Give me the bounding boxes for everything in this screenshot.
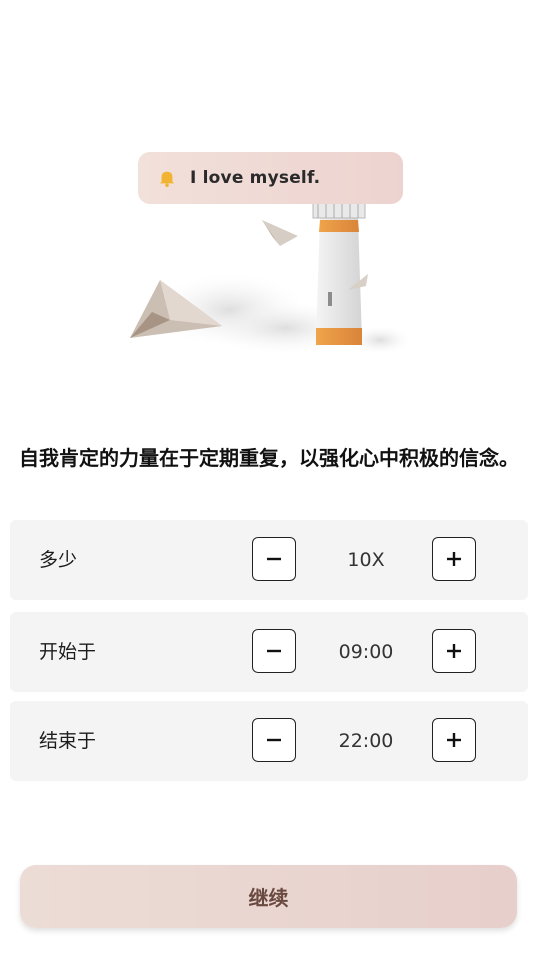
affirmation-bubble: I love myself. bbox=[138, 152, 403, 204]
count-value: 10X bbox=[347, 549, 385, 571]
setting-label: 结束于 bbox=[39, 730, 97, 752]
continue-button[interactable]: 继续 bbox=[20, 865, 517, 928]
affirmation-text: I love myself. bbox=[190, 168, 321, 188]
setting-row-count: 多少 10X bbox=[10, 520, 528, 600]
decrease-start-button[interactable] bbox=[252, 629, 296, 673]
minus-icon bbox=[267, 649, 281, 653]
decrease-count-button[interactable] bbox=[252, 537, 296, 581]
plus-icon bbox=[447, 733, 461, 747]
setting-row-start: 开始于 09:00 bbox=[10, 612, 528, 692]
setting-row-end: 结束于 22:00 bbox=[10, 701, 528, 781]
start-time-value: 09:00 bbox=[338, 641, 394, 663]
headline: 自我肯定的力量在于定期重复，以强化心中积极的信念。 bbox=[19, 446, 519, 470]
setting-label: 开始于 bbox=[39, 641, 97, 663]
minus-icon bbox=[267, 557, 281, 561]
decrease-end-button[interactable] bbox=[252, 718, 296, 762]
increase-start-button[interactable] bbox=[432, 629, 476, 673]
lighthouse-illustration: I love myself. bbox=[110, 140, 430, 390]
paper-plane-icon bbox=[262, 220, 298, 246]
affirmation-settings-screen: I love myself. 自我肯定的力量在于定期重复，以强化心中积极的信念。… bbox=[0, 0, 538, 958]
increase-count-button[interactable] bbox=[432, 537, 476, 581]
plus-icon bbox=[447, 552, 461, 566]
increase-end-button[interactable] bbox=[432, 718, 476, 762]
end-time-value: 22:00 bbox=[338, 730, 394, 752]
minus-icon bbox=[267, 738, 281, 742]
plus-icon bbox=[447, 644, 461, 658]
bell-icon bbox=[159, 171, 175, 187]
setting-label: 多少 bbox=[39, 549, 78, 571]
